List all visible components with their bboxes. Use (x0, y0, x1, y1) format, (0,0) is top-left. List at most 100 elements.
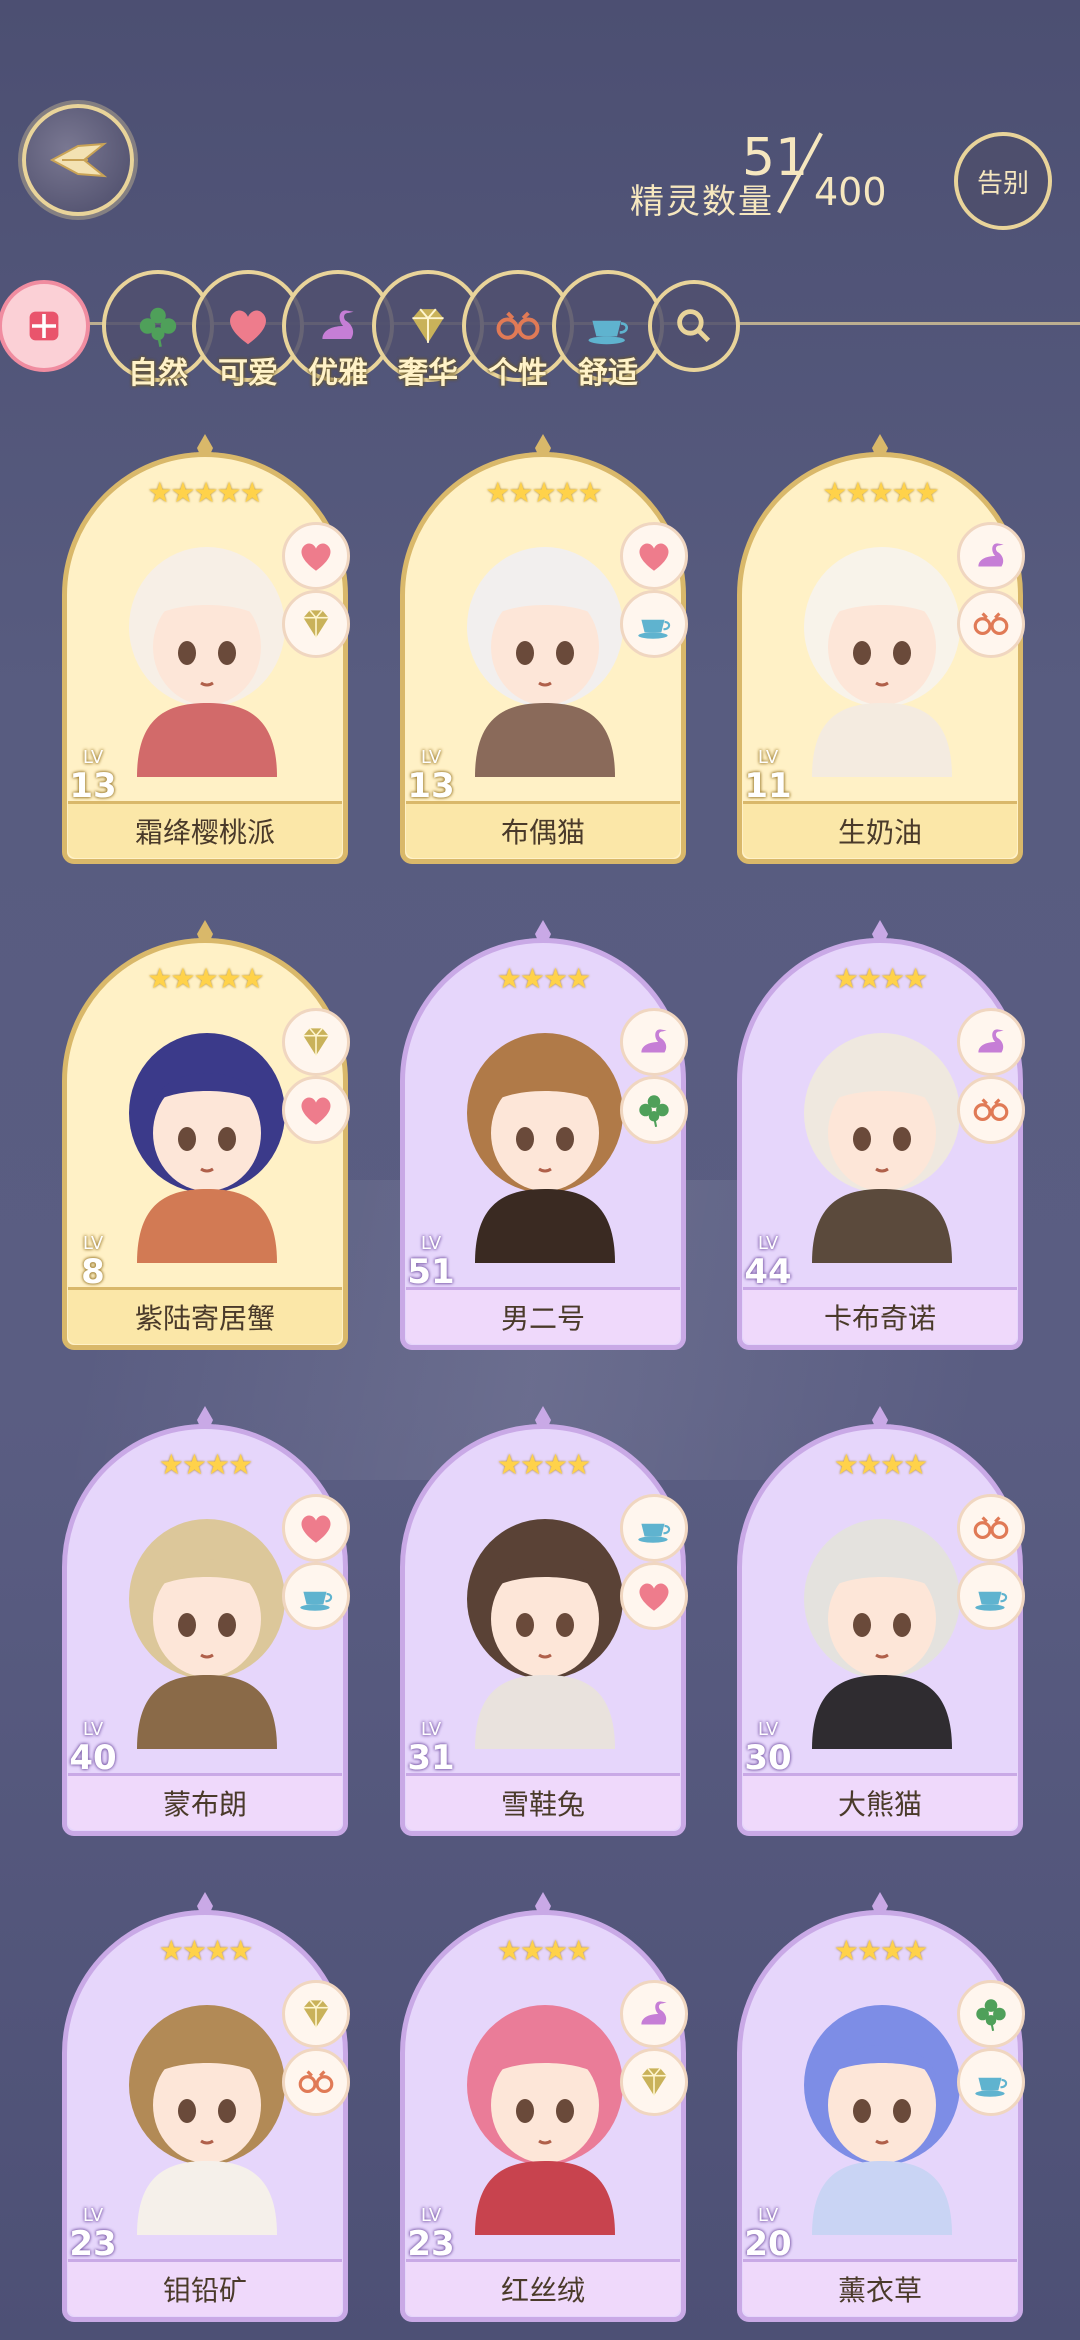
teacup-icon (975, 1591, 1008, 1611)
diamond-icon (641, 2067, 667, 2096)
trait-badge (957, 2048, 1025, 2116)
star-rating: ★★★★ (158, 1934, 253, 1967)
filter-all-button[interactable] (0, 280, 90, 372)
level-prefix: LV (757, 1719, 779, 1740)
spirit-card[interactable]: ★★★★★ LV 8 紫陆寄居蟹 (62, 918, 350, 1350)
level-prefix: LV (757, 1233, 779, 1254)
spirit-card[interactable]: ★★★★ LV 44 卡布奇诺 (737, 918, 1025, 1350)
spirit-name: 雪鞋兔 (500, 1788, 585, 1821)
level-value: 31 (407, 1738, 455, 1778)
trait-badge (957, 590, 1025, 658)
search-button[interactable] (648, 280, 740, 372)
star-rating: ★★★★★ (147, 476, 265, 509)
back-button[interactable] (22, 104, 134, 216)
character-portrait (129, 2005, 285, 2235)
spirit-name: 蒙布朗 (162, 1788, 247, 1821)
trait-badge (620, 1008, 688, 1076)
spirit-name: 大熊猫 (837, 1788, 922, 1821)
spirit-count-max: 400 (814, 170, 887, 214)
spirit-card[interactable]: ★★★★ LV 31 雪鞋兔 (400, 1404, 688, 1836)
trait-badge (620, 1076, 688, 1144)
character-portrait (467, 1519, 623, 1749)
spirit-card[interactable]: ★★★★ LV 23 钼铅矿 (60, 1890, 350, 2322)
glasses-icon (973, 1098, 1009, 1122)
trait-badge (957, 1980, 1025, 2048)
level-badge: LV 40 (60, 1719, 126, 1779)
spirit-name: 紫陆寄居蟹 (134, 1302, 275, 1335)
heart-icon (639, 543, 669, 571)
swan-icon (978, 543, 1004, 567)
trait-badge (282, 1008, 350, 1076)
spirit-card[interactable]: ★★★★ LV 23 红丝绒 (398, 1890, 688, 2322)
level-value: 13 (69, 766, 117, 806)
swan-icon (641, 1029, 667, 1053)
star-rating: ★★★★ (833, 962, 928, 995)
spirit-card[interactable]: ★★★★★ LV 13 霜绛樱桃派 (62, 432, 350, 864)
spirit-card[interactable]: ★★★★★ LV 13 布偶猫 (400, 432, 688, 864)
trait-badge (957, 1076, 1025, 1144)
trait-badge (282, 1076, 350, 1144)
card-name-bar: 薰衣草 (743, 2259, 1017, 2316)
card-name-bar: 大熊猫 (743, 1773, 1017, 1830)
character-portrait (129, 547, 285, 777)
back-arrow-icon (49, 142, 108, 178)
trait-badge (282, 590, 350, 658)
star-rating: ★★★★ (496, 962, 591, 995)
character-portrait (804, 1519, 960, 1749)
character-portrait (129, 1033, 285, 1263)
level-badge: LV 30 (735, 1719, 801, 1779)
search-icon (677, 309, 711, 343)
trait-badge (620, 1562, 688, 1630)
trait-badge (282, 1562, 350, 1630)
farewell-button[interactable]: 告别 (954, 132, 1052, 230)
trait-badge (620, 522, 688, 590)
spirit-name: 男二号 (500, 1302, 585, 1335)
teacup-icon (588, 320, 628, 345)
character-portrait (804, 2005, 960, 2235)
spirit-card[interactable]: ★★★★★ LV 11 生奶油 (737, 432, 1025, 864)
trait-badge (620, 1980, 688, 2048)
level-value: 40 (69, 1738, 117, 1778)
spirit-card[interactable]: ★★★★ LV 40 蒙布朗 (60, 1404, 350, 1836)
level-value: 51 (407, 1252, 455, 1292)
character-portrait (467, 547, 623, 777)
card-name-bar: 霜绛樱桃派 (68, 801, 342, 858)
diamond-icon (303, 1027, 329, 1056)
star-rating: ★★★★ (496, 1448, 591, 1481)
spirit-name: 薰衣草 (837, 2274, 922, 2307)
trait-badge (282, 1980, 350, 2048)
spirit-card[interactable]: ★★★★ LV 51 男二号 (400, 918, 688, 1350)
level-value: 23 (407, 2224, 455, 2264)
trait-badge (282, 2048, 350, 2116)
character-portrait (129, 1519, 285, 1749)
level-prefix: LV (757, 747, 779, 768)
trait-badge (620, 1494, 688, 1562)
level-badge: LV 23 (60, 2207, 126, 2265)
star-rating: ★★★★ (158, 1448, 253, 1481)
card-name-bar: 雪鞋兔 (406, 1773, 680, 1830)
filter-label: 舒适 (578, 356, 638, 391)
heart-icon (301, 1515, 331, 1543)
trait-badge (957, 1562, 1025, 1630)
level-value: 11 (744, 766, 792, 806)
level-prefix: LV (82, 1719, 104, 1740)
level-badge: LV 23 (398, 2205, 464, 2265)
level-value: 23 (69, 2224, 117, 2264)
level-prefix: LV (420, 1719, 442, 1740)
spirit-card[interactable]: ★★★★ LV 20 薰衣草 (737, 1890, 1025, 2322)
spirit-card[interactable]: ★★★★ LV 30 大熊猫 (735, 1404, 1025, 1836)
star-rating: ★★★★ (833, 1934, 928, 1967)
trait-badge (957, 522, 1025, 590)
diamond-icon (303, 1999, 329, 2028)
level-value: 44 (744, 1252, 792, 1292)
diamond-icon (412, 308, 444, 343)
teacup-icon (638, 619, 671, 639)
level-prefix: LV (82, 1233, 104, 1254)
heart-icon (639, 1583, 669, 1611)
level-value: 13 (407, 766, 455, 806)
level-prefix: LV (420, 2205, 442, 2226)
star-rating: ★★★★★ (822, 476, 940, 509)
level-prefix: LV (420, 1233, 442, 1254)
trait-badge (620, 590, 688, 658)
clover-icon (639, 1095, 669, 1128)
